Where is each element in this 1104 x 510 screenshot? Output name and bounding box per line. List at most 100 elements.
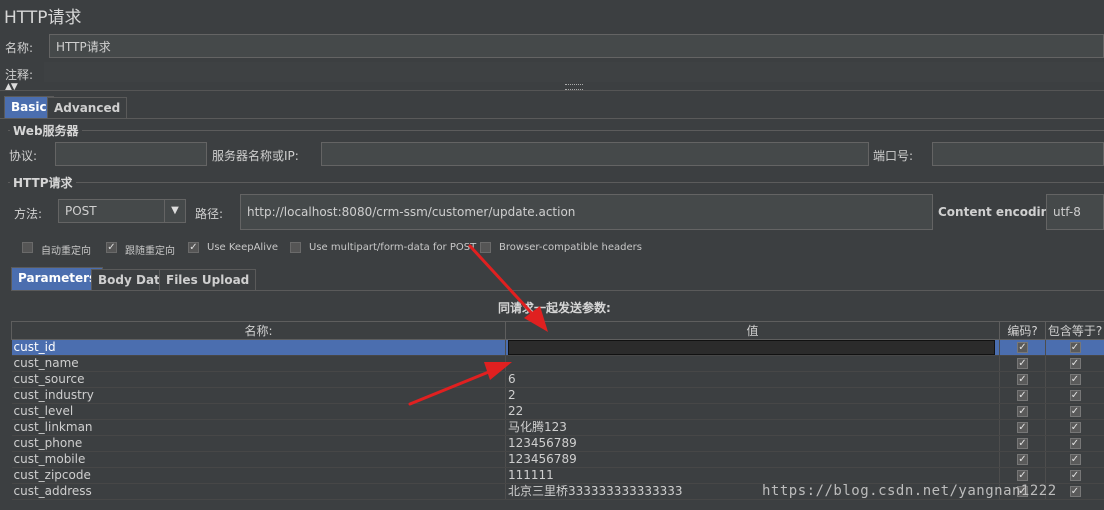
panel-title: HTTP请求 (4, 8, 82, 28)
param-value-cell[interactable] (505, 339, 1000, 356)
params-caption: 同请求一起发送参数: (498, 301, 611, 315)
server-label: 服务器名称或IP: (212, 149, 299, 163)
param-name-cell[interactable]: cust_name (11, 355, 506, 372)
tab-files-upload[interactable]: Files Upload (159, 269, 257, 291)
param-name-cell[interactable]: cust_phone (11, 435, 506, 452)
param-name-cell[interactable]: cust_address (11, 483, 506, 500)
multipart-checkbox[interactable] (290, 242, 301, 253)
tab-bar-underline (0, 118, 1104, 119)
include-equals-checkbox[interactable]: ✓ (1069, 342, 1081, 353)
table-row[interactable]: cust_linkman 马化腾123 ✓ ✓ (11, 419, 1104, 436)
parameters-table[interactable]: 名称: 值 编码? 包含等于? cust_id ✓ ✓ cust_name ✓ … (11, 321, 1104, 500)
port-input[interactable] (932, 142, 1104, 166)
keepalive-checkbox[interactable]: ✓ (188, 242, 199, 253)
encode-cell[interactable]: ✓ (999, 387, 1046, 404)
param-value-cell[interactable]: 123456789 (505, 435, 1000, 452)
table-row[interactable]: cust_source 6 ✓ ✓ (11, 371, 1104, 388)
web-server-title: Web服务器 (10, 122, 82, 139)
include-equals-cell[interactable]: ✓ (1045, 403, 1104, 420)
param-name-cell[interactable]: cust_linkman (11, 419, 506, 436)
include-equals-checkbox[interactable]: ✓ (1069, 470, 1081, 481)
include-equals-cell[interactable]: ✓ (1045, 419, 1104, 436)
encode-cell[interactable]: ✓ (999, 451, 1046, 468)
encode-cell[interactable]: ✓ (999, 419, 1046, 436)
table-row[interactable]: cust_industry 2 ✓ ✓ (11, 387, 1104, 404)
encode-checkbox[interactable]: ✓ (1017, 374, 1028, 385)
include-equals-cell[interactable]: ✓ (1045, 355, 1104, 372)
encode-cell[interactable]: ✓ (999, 339, 1046, 356)
protocol-input[interactable] (55, 142, 207, 166)
table-row[interactable]: cust_mobile 123456789 ✓ ✓ (11, 451, 1104, 468)
include-equals-cell[interactable]: ✓ (1045, 435, 1104, 452)
param-value-cell[interactable] (505, 355, 1000, 372)
param-name-cell[interactable]: cust_zipcode (11, 467, 506, 484)
column-header-include-equals[interactable]: 包含等于? (1045, 321, 1104, 340)
include-equals-cell[interactable]: ✓ (1045, 451, 1104, 468)
encode-checkbox[interactable]: ✓ (1017, 422, 1028, 433)
include-equals-checkbox[interactable]: ✓ (1069, 374, 1081, 385)
tab-parameters[interactable]: Parameters (11, 267, 104, 291)
table-row[interactable]: cust_phone 123456789 ✓ ✓ (11, 435, 1104, 452)
encode-checkbox[interactable]: ✓ (1017, 470, 1028, 481)
include-equals-cell[interactable]: ✓ (1045, 339, 1104, 356)
column-header-value[interactable]: 值 (505, 321, 1000, 340)
encode-cell[interactable]: ✓ (999, 467, 1046, 484)
include-equals-cell[interactable]: ✓ (1045, 387, 1104, 404)
browser-headers-checkbox[interactable] (480, 242, 491, 253)
encode-checkbox[interactable]: ✓ (1017, 390, 1028, 401)
include-equals-checkbox[interactable]: ✓ (1069, 438, 1081, 449)
table-row[interactable]: cust_level 22 ✓ ✓ (11, 403, 1104, 420)
encode-cell[interactable]: ✓ (999, 403, 1046, 420)
column-header-name[interactable]: 名称: (11, 321, 506, 340)
port-label: 端口号: (873, 149, 914, 163)
http-request-title: HTTP请求 (10, 174, 76, 191)
path-input[interactable] (240, 194, 933, 230)
include-equals-checkbox[interactable]: ✓ (1069, 422, 1081, 433)
include-equals-cell[interactable]: ✓ (1045, 467, 1104, 484)
param-name-cell[interactable]: cust_industry (11, 387, 506, 404)
param-name-cell[interactable]: cust_mobile (11, 451, 506, 468)
table-row[interactable]: cust_zipcode 111111 ✓ ✓ (11, 467, 1104, 484)
http-request-border (8, 182, 1104, 183)
name-input[interactable] (49, 34, 1104, 58)
encode-cell[interactable]: ✓ (999, 435, 1046, 452)
follow-redirect-checkbox[interactable]: ✓ (106, 242, 117, 253)
encode-checkbox[interactable]: ✓ (1017, 358, 1028, 369)
param-value-cell[interactable]: 111111 (505, 467, 1000, 484)
comment-label: 注释: (5, 68, 34, 82)
encoding-label: Content encoding: (938, 205, 1063, 219)
encode-checkbox[interactable]: ✓ (1017, 438, 1028, 449)
auto-redirect-checkbox[interactable] (22, 242, 33, 253)
encode-cell[interactable]: ✓ (999, 371, 1046, 388)
include-equals-checkbox[interactable]: ✓ (1069, 390, 1081, 401)
encode-checkbox[interactable]: ✓ (1017, 406, 1028, 417)
table-row[interactable]: cust_id ✓ ✓ (11, 339, 1104, 356)
dropdown-arrow-icon[interactable]: ▼ (164, 200, 185, 222)
method-select[interactable]: POST ▼ (58, 199, 186, 223)
encode-cell[interactable]: ✓ (999, 355, 1046, 372)
include-equals-checkbox[interactable]: ✓ (1069, 454, 1081, 465)
tab-advanced[interactable]: Advanced (47, 97, 128, 119)
column-header-encode[interactable]: 编码? (999, 321, 1046, 340)
include-equals-cell[interactable]: ✓ (1045, 371, 1104, 388)
param-value-cell[interactable]: 22 (505, 403, 1000, 420)
comment-input[interactable] (44, 62, 1104, 82)
param-value-cell[interactable]: 马化腾123 (505, 419, 1000, 436)
server-input[interactable] (321, 142, 869, 166)
include-equals-checkbox[interactable]: ✓ (1069, 358, 1081, 369)
include-equals-checkbox[interactable]: ✓ (1069, 406, 1081, 417)
param-name-cell[interactable]: cust_source (11, 371, 506, 388)
param-value-cell[interactable]: 2 (505, 387, 1000, 404)
encode-checkbox[interactable]: ✓ (1017, 342, 1028, 353)
table-row[interactable]: cust_name ✓ ✓ (11, 355, 1104, 372)
param-value-cell[interactable]: 6 (505, 371, 1000, 388)
param-value-cell[interactable]: 123456789 (505, 451, 1000, 468)
param-name-cell[interactable]: cust_level (11, 403, 506, 420)
encoding-input[interactable] (1046, 194, 1104, 230)
include-equals-checkbox[interactable]: ✓ (1069, 486, 1081, 497)
path-label: 路径: (195, 207, 224, 221)
encode-checkbox[interactable]: ✓ (1017, 454, 1028, 465)
param-name-cell[interactable]: cust_id (11, 339, 506, 356)
watermark-text: https://blog.csdn.net/yangnan1222 (762, 483, 1057, 499)
param-value-editor[interactable] (508, 340, 995, 355)
